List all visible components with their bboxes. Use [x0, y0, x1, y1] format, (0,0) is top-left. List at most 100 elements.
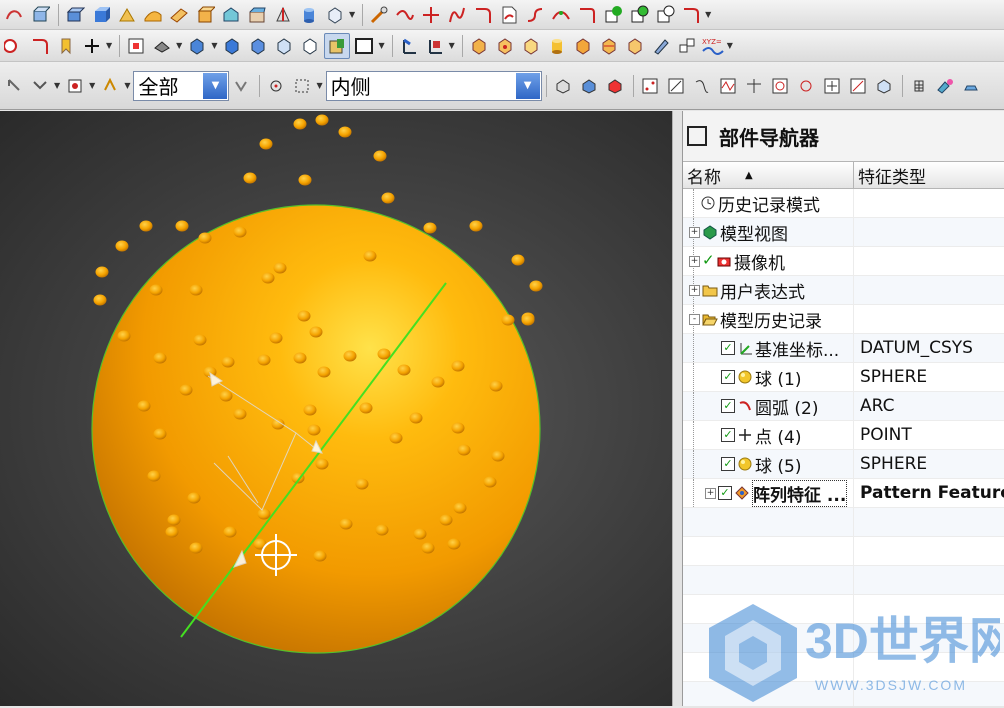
pattern-bump[interactable] [307, 424, 321, 436]
pattern-bump[interactable] [315, 458, 329, 470]
pattern-bump[interactable] [521, 314, 535, 326]
pattern-bump[interactable] [219, 390, 233, 402]
pattern-bump[interactable] [269, 332, 283, 344]
pattern-bump[interactable] [93, 294, 107, 306]
fold-icon[interactable] [115, 3, 139, 27]
snap-center-icon[interactable] [768, 74, 792, 98]
render-style-icon[interactable] [150, 34, 174, 58]
column-header-type[interactable]: 特征类型 [854, 162, 1004, 188]
tree-row[interactable]: ✓ 球 (5) SPHERE [683, 450, 1004, 479]
target-point-icon[interactable] [264, 74, 288, 98]
dropdown-arrow-icon[interactable]: ▼ [176, 41, 182, 50]
extrude-icon[interactable] [63, 3, 87, 27]
pattern-bump[interactable] [189, 284, 203, 296]
visibility-checkbox[interactable]: ✓ [718, 486, 732, 500]
pattern-bump[interactable] [261, 272, 275, 284]
snap-line-icon[interactable] [664, 74, 688, 98]
grid-toggle-icon[interactable] [907, 74, 931, 98]
visibility-checkbox[interactable]: ✓ [721, 341, 735, 355]
background-icon[interactable] [352, 34, 376, 58]
select-edge-icon[interactable] [603, 74, 627, 98]
pattern-bump[interactable] [221, 356, 235, 368]
visibility-checkbox[interactable]: ✓ [721, 457, 735, 471]
pattern-bump[interactable] [95, 266, 109, 278]
pattern-bump[interactable] [298, 174, 312, 186]
trim-body-icon[interactable] [245, 3, 269, 27]
measure-body-icon[interactable] [519, 34, 543, 58]
tree-row[interactable]: ✓ 球 (1) SPHERE [683, 363, 1004, 392]
dropdown-arrow-icon[interactable]: ▼ [449, 41, 455, 50]
pattern-bump[interactable] [315, 114, 329, 126]
visibility-checkbox[interactable]: ✓ [721, 399, 735, 413]
pattern-bump[interactable] [317, 366, 331, 378]
tree-row[interactable]: + ✓ 阵列特征 ... Pattern Feature [683, 479, 1004, 508]
pattern-bump[interactable] [377, 348, 391, 360]
pattern-bump[interactable] [355, 478, 369, 490]
curve-icon[interactable] [393, 3, 417, 27]
corner-curve-icon[interactable] [28, 34, 52, 58]
dropdown-arrow-icon[interactable]: ▼ [54, 81, 60, 90]
pattern-bump[interactable] [273, 262, 287, 274]
section-curve-icon[interactable] [597, 34, 621, 58]
unite-icon[interactable] [627, 3, 651, 27]
snap-intersect-icon[interactable] [742, 74, 766, 98]
pattern-bump[interactable] [501, 314, 515, 326]
tree-row[interactable]: 历史记录模式 [683, 189, 1004, 218]
type-filter-combo[interactable]: 全部 ▼ [133, 70, 230, 101]
pattern-bump[interactable] [293, 352, 307, 364]
conic-icon[interactable] [549, 3, 573, 27]
model-canvas[interactable] [0, 111, 672, 706]
expand-icon[interactable]: + [689, 255, 700, 267]
document-curve-icon[interactable] [497, 3, 521, 27]
pattern-bump[interactable] [423, 222, 437, 234]
dropdown-arrow-icon[interactable]: ▼ [124, 81, 130, 90]
pattern-bump[interactable] [233, 226, 247, 238]
mass-props-icon[interactable] [493, 34, 517, 58]
view-right-icon[interactable] [272, 34, 296, 58]
snap-icon[interactable] [98, 74, 122, 98]
plus-icon[interactable] [80, 34, 104, 58]
pattern-bump[interactable] [338, 126, 352, 138]
pattern-bump[interactable] [309, 326, 323, 338]
layer-cylinder-icon[interactable] [545, 34, 569, 58]
chevron-down-icon[interactable]: ▼ [203, 72, 228, 99]
block-icon[interactable] [89, 3, 113, 27]
lock-select-icon[interactable] [229, 74, 253, 98]
dropdown-arrow-icon[interactable]: ▼ [106, 41, 112, 50]
snap-endpoint-icon[interactable] [638, 74, 662, 98]
pattern-bump[interactable] [439, 514, 453, 526]
dropdown-arrow-icon[interactable]: ▼ [316, 81, 322, 90]
clean-icon[interactable] [959, 74, 983, 98]
helix-icon[interactable] [523, 3, 547, 27]
wcs-icon[interactable] [397, 34, 421, 58]
pattern-bump[interactable] [179, 384, 193, 396]
column-header-name[interactable]: 名称 ▲ [683, 162, 854, 188]
selection-scope-combo[interactable]: 内侧 ▼ [325, 70, 542, 101]
expand-icon[interactable]: + [689, 284, 700, 296]
intersect-curve-icon[interactable] [419, 3, 443, 27]
tree-row[interactable]: + 用户表达式 [683, 276, 1004, 305]
pattern-bump[interactable] [447, 538, 461, 550]
pattern-bump[interactable] [421, 542, 435, 554]
pattern-bump[interactable] [243, 172, 257, 184]
pattern-bump[interactable] [303, 404, 317, 416]
pattern-bump[interactable] [511, 254, 525, 266]
sweep-icon[interactable] [2, 3, 26, 27]
sketch-icon[interactable] [367, 3, 391, 27]
extend-curve-icon[interactable] [679, 3, 703, 27]
collapse-icon[interactable]: - [689, 313, 700, 325]
pattern-bump[interactable] [397, 364, 411, 376]
pattern-bump[interactable] [483, 476, 497, 488]
expand-icon[interactable]: + [705, 487, 716, 499]
draft-icon[interactable] [271, 3, 295, 27]
grid-icon[interactable] [675, 34, 699, 58]
dropdown-arrow-icon[interactable]: ▼ [727, 41, 733, 50]
snap-curve-icon[interactable] [716, 74, 740, 98]
subtract-icon[interactable] [653, 3, 677, 27]
select-toggle-icon[interactable] [28, 74, 52, 98]
pattern-bump[interactable] [147, 470, 161, 482]
pattern-bump[interactable] [165, 526, 179, 538]
pen-tool-icon[interactable] [649, 34, 673, 58]
bookmark-icon[interactable] [54, 34, 78, 58]
cylinder-icon[interactable] [297, 3, 321, 27]
